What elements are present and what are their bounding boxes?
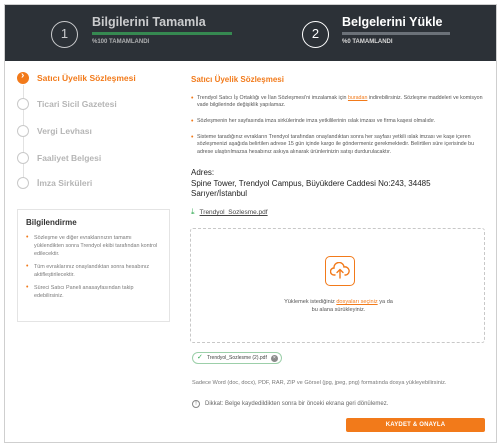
check-icon: ✓ <box>197 354 203 361</box>
step-upload-documents: 2 Belgelerini Yükle %0 TAMAMLANDI <box>302 5 492 61</box>
progress-text: %0 TAMAMLANDI <box>342 39 393 45</box>
file-format-note: Sadece Word (doc, docx), PDF, RAR, ZIP v… <box>192 380 447 386</box>
step-title: Belgelerini Yükle <box>342 15 443 29</box>
app-frame: 1 Bilgilerini Tamamla %100 TAMAMLANDI 2 … <box>4 4 497 443</box>
progress-text: %100 TAMAMLANDI <box>92 39 150 45</box>
address-label: Adres: <box>191 168 215 177</box>
info-item: Sözleşme ve diğer evraklarınızın tamamı … <box>26 234 161 258</box>
step-complete-info: 1 Bilgilerini Tamamla %100 TAMAMLANDI <box>51 5 251 61</box>
step-indicator-icon <box>17 125 29 137</box>
step-indicator-icon <box>17 177 29 189</box>
sidebar-item-label: Satıcı Üyelik Sözleşmesi <box>37 73 136 83</box>
download-icon: ⤓ <box>191 207 195 216</box>
dropzone-text-part: bu alana sürükleyiniz. <box>311 307 366 313</box>
info-item: Süreci Satıcı Paneli anasayfasından taki… <box>26 284 161 300</box>
step-indicator-icon <box>17 70 29 84</box>
progress-fill <box>92 32 232 35</box>
sidebar-item-label: İmza Sirküleri <box>37 178 93 188</box>
uploaded-filename: Trendyol_Sozlesme (2).pdf <box>207 355 267 361</box>
dropzone-text: Yüklemek istediğiniz dosyaları seçiniz y… <box>191 298 486 314</box>
sidebar-item-label: Ticari Sicil Gazetesi <box>37 99 117 109</box>
shipping-address: Adres: Spine Tower, Trendyol Campus, Büy… <box>191 168 481 200</box>
progress-header: 1 Bilgilerini Tamamla %100 TAMAMLANDI 2 … <box>5 5 496 61</box>
address-line: Spine Tower, Trendyol Campus, Büyükdere … <box>191 178 431 188</box>
download-filename: Trendyol_Sozlesme.pdf <box>199 209 268 216</box>
dropzone-text-part: ya da <box>377 299 393 305</box>
info-panel: Bilgilendirme Sözleşme ve diğer evraklar… <box>17 209 170 322</box>
step-number: 2 <box>302 21 329 48</box>
instruction-item: Sisteme taradığınız evrakların Trendyol … <box>191 134 487 156</box>
warning-note: ! Dikkat: Belge kaydedildikten sonra bir … <box>192 400 388 408</box>
info-item: Tüm evraklarınız onaylandıktan sonra hes… <box>26 263 161 279</box>
step-title: Bilgilerini Tamamla <box>92 15 206 29</box>
warning-text: Dikkat: Belge kaydedildikten sonra bir ö… <box>205 401 389 407</box>
contract-download-link[interactable]: ⤓ Trendyol_Sozlesme.pdf <box>191 207 268 217</box>
remove-file-icon[interactable]: × <box>270 354 278 362</box>
step-number: 1 <box>51 21 78 48</box>
select-files-link[interactable]: dosyaları seçiniz <box>336 299 377 305</box>
instruction-item: Sözleşmenin her sayfasında imza sirküler… <box>191 118 487 125</box>
step-indicator-icon <box>17 152 29 164</box>
instruction-item: Trendyol Satıcı İş Ortaklığı ve İlan Söz… <box>191 95 487 110</box>
dropzone-text-part: Yüklemek istediğiniz <box>284 299 337 305</box>
sidebar-item-label: Vergi Levhası <box>37 126 92 136</box>
page-title: Satıcı Üyelik Sözleşmesi <box>191 75 284 84</box>
uploaded-file-chip: ✓ Trendyol_Sozlesme (2).pdf × <box>192 352 282 364</box>
progress-bar <box>92 32 232 35</box>
file-dropzone[interactable]: Yüklemek istediğiniz dosyaları seçiniz y… <box>190 228 485 343</box>
info-icon: ! <box>192 400 200 408</box>
step-indicator-icon <box>17 98 29 110</box>
info-title: Bilgilendirme <box>26 218 77 227</box>
instruction-text: Trendyol Satıcı İş Ortaklığı ve İlan Söz… <box>197 95 348 101</box>
cloud-upload-icon <box>325 256 355 286</box>
address-line: Sarıyer/İstanbul <box>191 189 248 198</box>
download-contract-link[interactable]: buradan <box>348 95 367 101</box>
progress-bar <box>342 32 450 35</box>
sidebar-item-label: Faaliyet Belgesi <box>37 153 102 163</box>
save-and-approve-button[interactable]: KAYDET & ONAYLA <box>346 418 485 432</box>
